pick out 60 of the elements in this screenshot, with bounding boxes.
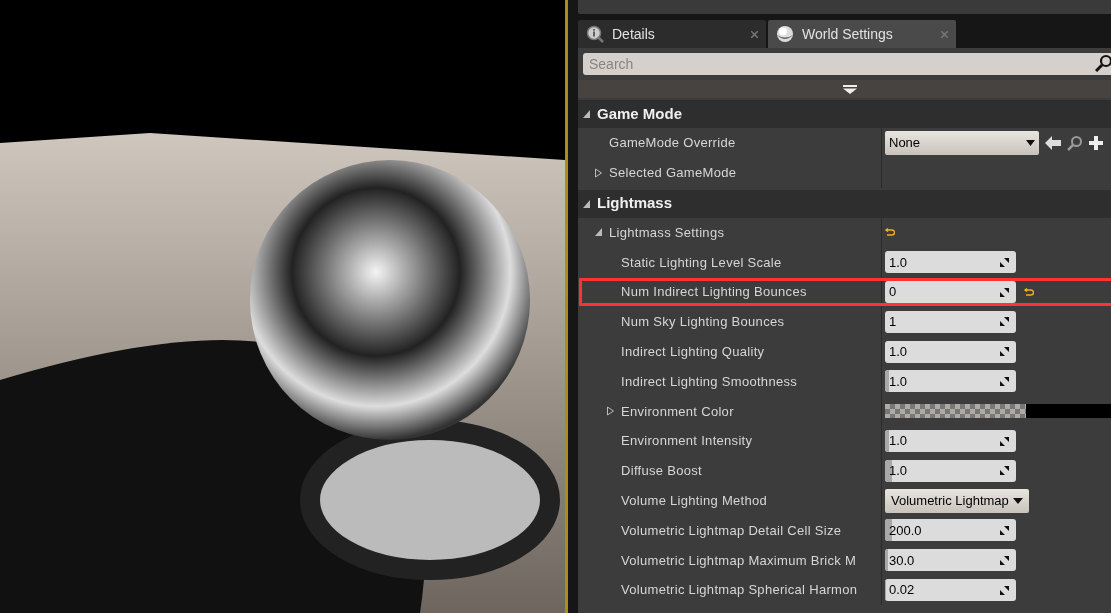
property-label: Static Lighting Level Scale xyxy=(621,253,782,272)
property-label: Volumetric Lightmap Spherical Harmon xyxy=(621,581,858,600)
property-label: Indirect Lighting Quality xyxy=(621,342,765,361)
sphere-icon xyxy=(776,25,794,43)
property-label: Selected GameMode xyxy=(609,163,737,182)
number-field[interactable]: 0.02 xyxy=(885,579,1016,602)
property-label: Volumetric Lightmap Maximum Brick M xyxy=(621,551,857,570)
drag-arrows-icon xyxy=(999,346,1010,358)
property-label: Volume Lighting Method xyxy=(621,491,768,510)
category-header[interactable]: Lightmass xyxy=(578,189,1111,218)
property-label: Indirect Lighting Smoothness xyxy=(621,372,798,391)
drag-arrows-icon xyxy=(999,286,1010,298)
drag-arrows-icon xyxy=(999,524,1010,536)
collapse-triangle-icon[interactable] xyxy=(594,227,603,238)
number-field[interactable]: 1.0 xyxy=(885,459,1016,482)
caret-icon xyxy=(1026,139,1035,146)
search-field[interactable]: Search xyxy=(583,53,1111,75)
drag-arrows-icon xyxy=(999,554,1010,566)
number-field[interactable]: 1.0 xyxy=(885,430,1016,453)
filter-arrow-icon[interactable] xyxy=(843,84,857,94)
drag-arrows-icon xyxy=(999,316,1010,328)
collapse-triangle-icon[interactable] xyxy=(582,109,591,119)
panel-tab[interactable]: World Settings xyxy=(768,20,956,48)
drag-arrows-icon xyxy=(999,256,1010,268)
expand-triangle-icon[interactable] xyxy=(594,167,603,178)
property-label: GameMode Override xyxy=(609,134,736,153)
search-icon xyxy=(1095,54,1111,72)
panel-tab[interactable]: Details xyxy=(578,20,766,48)
property-label: Diffuse Boost xyxy=(621,462,702,481)
drag-arrows-icon xyxy=(999,465,1010,477)
property-label: Num Sky Lighting Bounces xyxy=(621,313,785,332)
left-arrow-icon[interactable] xyxy=(1045,135,1061,150)
caret-icon xyxy=(1012,497,1023,504)
close-icon[interactable] xyxy=(751,30,758,38)
drag-arrows-icon xyxy=(999,435,1010,447)
enum-dropdown[interactable]: Volumetric Lightmap xyxy=(885,488,1029,513)
collapse-triangle-icon[interactable] xyxy=(582,198,591,209)
expand-triangle-icon[interactable] xyxy=(606,406,615,417)
number-field[interactable]: 1.0 xyxy=(885,340,1016,363)
number-field[interactable]: 1 xyxy=(885,310,1016,333)
number-field[interactable]: 30.0 xyxy=(885,549,1016,572)
color-swatch[interactable] xyxy=(885,404,1111,419)
number-field[interactable]: 1.0 xyxy=(885,251,1016,274)
property-label: Num Indirect Lighting Bounces xyxy=(621,283,807,302)
property-label: Environment Intensity xyxy=(621,432,753,451)
property-label: Lightmass Settings xyxy=(609,223,725,242)
class-dropdown[interactable]: None xyxy=(885,130,1039,155)
search-icon[interactable] xyxy=(1067,134,1083,151)
category-header[interactable]: Game Mode xyxy=(578,100,1111,128)
info-magnifier-icon xyxy=(586,25,604,43)
reset-arrow-icon[interactable] xyxy=(1024,287,1034,297)
number-field[interactable]: 200.0 xyxy=(885,519,1016,542)
property-label: Environment Color xyxy=(621,402,734,421)
number-field[interactable]: 0 xyxy=(885,281,1016,304)
reset-arrow-icon[interactable] xyxy=(885,228,895,237)
property-label: Volumetric Lightmap Detail Cell Size xyxy=(621,521,842,540)
number-field[interactable]: 1.0 xyxy=(885,370,1016,393)
plus-icon[interactable] xyxy=(1089,135,1103,150)
drag-arrows-icon xyxy=(999,584,1010,596)
drag-arrows-icon xyxy=(999,375,1010,387)
